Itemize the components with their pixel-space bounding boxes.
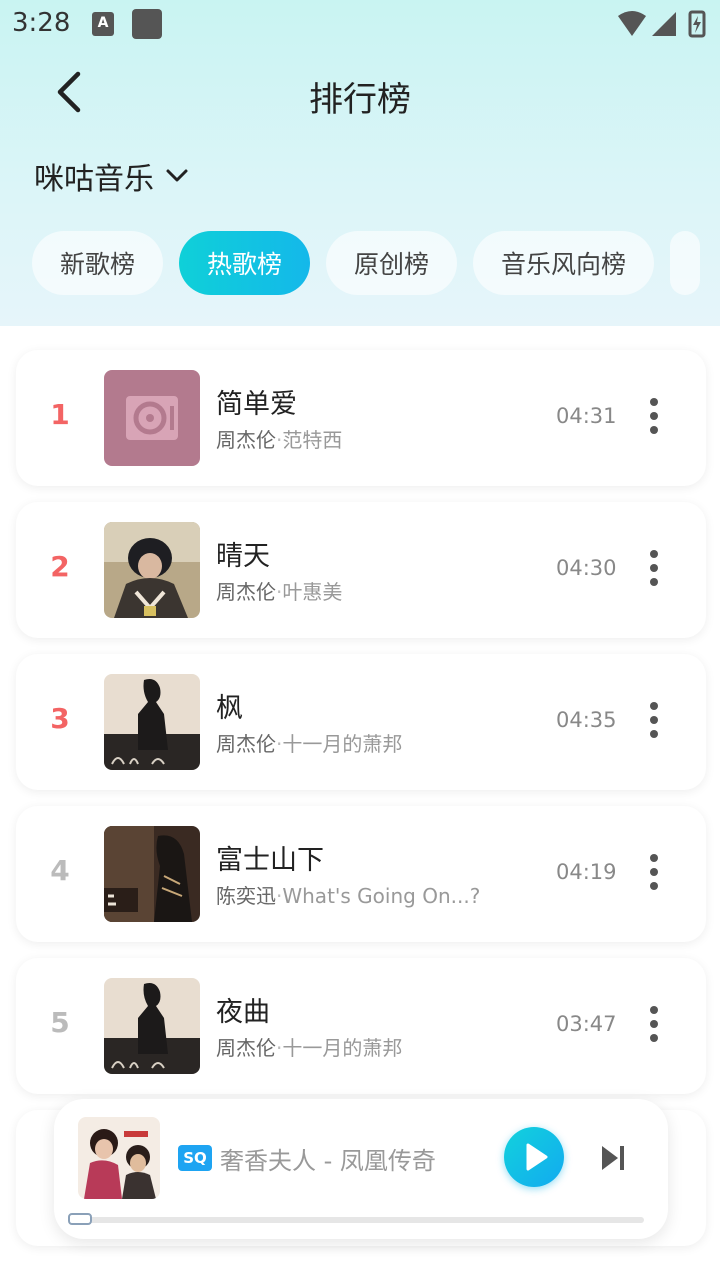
song-subtitle: 周杰伦·十一月的萧邦 (216, 728, 402, 757)
progress-handle[interactable] (68, 1213, 92, 1225)
more-vertical-icon[interactable] (636, 852, 672, 892)
song-artist: 周杰伦 (216, 732, 276, 756)
song-artist: 周杰伦 (216, 580, 276, 604)
album-cover (104, 522, 200, 618)
song-subtitle: 周杰伦·叶惠美 (216, 576, 342, 605)
song-duration: 04:19 (556, 860, 617, 884)
song-row[interactable]: 3 枫 周杰伦·十一月的萧邦 04:35 (16, 654, 706, 790)
song-row[interactable]: 5 夜曲 周杰伦·十一月的萧邦 03:47 (16, 958, 706, 1094)
song-duration: 04:35 (556, 708, 617, 732)
album-cover (104, 826, 200, 922)
album-cover (104, 370, 200, 466)
song-album: 十一月的萧邦 (282, 732, 403, 756)
song-artist: 周杰伦 (216, 428, 276, 452)
song-title: 晴天 (216, 541, 270, 572)
source-dropdown[interactable]: 咪咕音乐 (34, 154, 190, 198)
now-playing-title: 奢香夫人 - 凤凰传奇 (220, 1147, 436, 1175)
album-art (104, 978, 200, 1074)
rank-number: 4 (50, 854, 70, 887)
more-vertical-icon[interactable] (636, 700, 672, 740)
source-label: 咪咕音乐 (34, 162, 154, 197)
song-album: 叶惠美 (282, 580, 343, 604)
song-title: 简单爱 (216, 389, 297, 420)
song-subtitle: 陈奕迅·What's Going On...? (216, 880, 480, 909)
album-art (78, 1117, 160, 1199)
mini-player[interactable]: SQ 奢香夫人 - 凤凰传奇 (54, 1099, 668, 1239)
wifi-icon (618, 11, 646, 36)
album-art (104, 522, 200, 618)
tab-original[interactable]: 原创榜 (326, 231, 458, 295)
player-album-cover (78, 1117, 160, 1199)
song-title: 富士山下 (216, 845, 324, 876)
chart-tabs: 新歌榜 热歌榜 原创榜 音乐风向榜 (32, 231, 720, 295)
rank-number: 2 (50, 550, 70, 583)
song-album: 十一月的萧邦 (282, 1036, 403, 1060)
more-vertical-icon[interactable] (636, 1004, 672, 1044)
song-artist: 陈奕迅 (216, 884, 276, 908)
sq-quality-badge: SQ (178, 1145, 212, 1171)
song-duration: 03:47 (556, 1012, 617, 1036)
song-title: 枫 (216, 693, 243, 724)
chevron-down-icon (166, 169, 188, 182)
progress-bar[interactable] (70, 1217, 644, 1223)
song-artist: 周杰伦 (216, 1036, 276, 1060)
album-cover (104, 978, 200, 1074)
play-button[interactable] (504, 1127, 564, 1187)
play-icon (526, 1143, 548, 1171)
rank-number: 5 (50, 1006, 70, 1039)
rank-number: 1 (50, 398, 70, 431)
tab-hot-songs[interactable]: 热歌榜 (179, 231, 311, 295)
album-art (104, 674, 200, 770)
album-art (104, 826, 200, 922)
song-album: What's Going On...? (282, 884, 481, 908)
tab-music-trend[interactable]: 音乐风向榜 (473, 231, 655, 295)
music-placeholder-icon (104, 370, 200, 466)
song-title: 夜曲 (216, 997, 270, 1028)
signal-icon (652, 12, 676, 36)
status-bar: 3:28 A (0, 0, 720, 50)
status-icons (618, 10, 706, 38)
page-title: 排行榜 (309, 80, 411, 120)
more-vertical-icon[interactable] (636, 548, 672, 588)
song-album: 范特西 (282, 428, 343, 452)
album-cover (104, 674, 200, 770)
song-subtitle: 周杰伦·范特西 (216, 424, 342, 453)
rank-number: 3 (50, 702, 70, 735)
song-row[interactable]: 1 简单爱 周杰伦·范特西 04:31 (16, 350, 706, 486)
tab-more[interactable] (670, 231, 701, 295)
tab-new-songs[interactable]: 新歌榜 (32, 231, 164, 295)
song-row[interactable]: 4 富士山下 陈奕迅·What's Going On...? 04:19 (16, 806, 706, 942)
notification-icon: A (92, 12, 114, 36)
status-time: 3:28 (12, 8, 71, 38)
app-notification-icon (132, 9, 162, 39)
song-duration: 04:30 (556, 556, 617, 580)
song-row[interactable]: 2 晴天 周杰伦·叶惠美 04:30 (16, 502, 706, 638)
song-subtitle: 周杰伦·十一月的萧邦 (216, 1032, 402, 1061)
song-duration: 04:31 (556, 404, 617, 428)
more-vertical-icon[interactable] (636, 396, 672, 436)
skip-next-icon[interactable] (598, 1141, 630, 1175)
